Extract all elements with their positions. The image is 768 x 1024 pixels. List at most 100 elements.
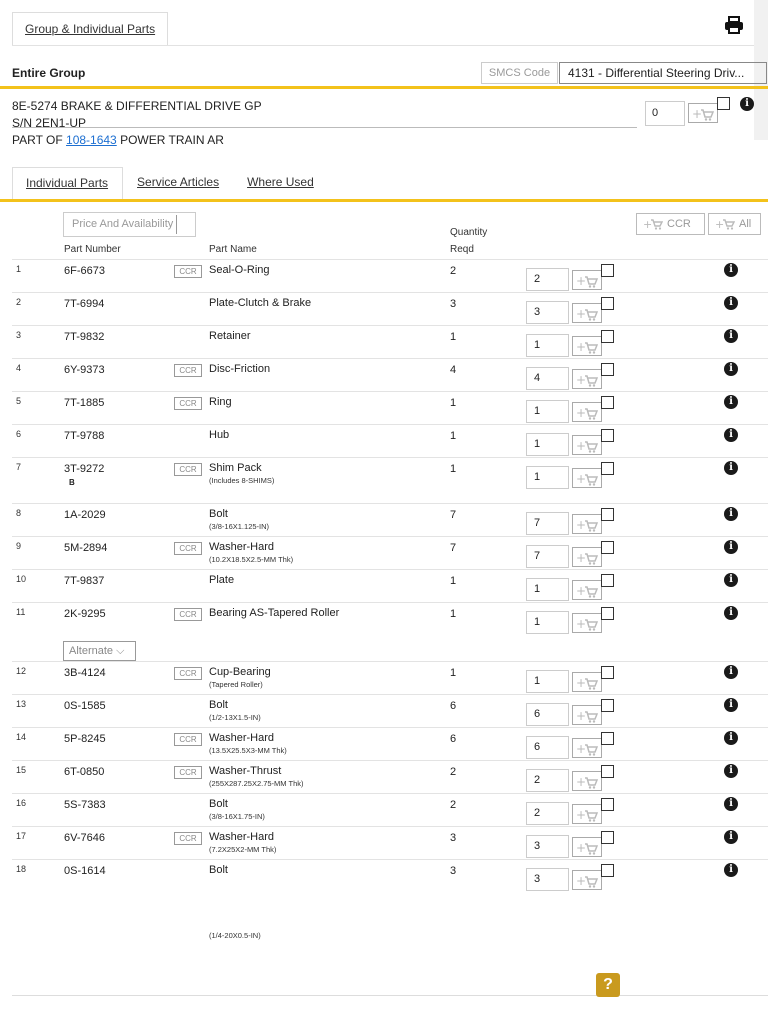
price-availability-button[interactable]: Price And Availability [63,212,196,237]
select-checkbox[interactable] [601,541,614,554]
add-to-cart-button[interactable]: + [572,514,602,534]
select-checkbox[interactable] [601,607,614,620]
ccr-badge[interactable]: CCR [174,766,202,779]
quantity-input[interactable]: 6 [526,703,569,726]
quantity-input[interactable]: 1 [526,433,569,456]
select-checkbox[interactable] [601,831,614,844]
smcs-code-select[interactable]: 4131 - Differential Steering Driv... [559,62,767,84]
group-select-checkbox[interactable] [717,97,730,110]
add-to-cart-button[interactable]: + [572,613,602,633]
tab-where-used[interactable]: Where Used [233,167,328,199]
part-info-icon[interactable]: i [724,263,738,277]
part-info-icon[interactable]: i [724,540,738,554]
quantity-input[interactable]: 1 [526,466,569,489]
quantity-input[interactable]: 4 [526,367,569,390]
select-checkbox[interactable] [601,699,614,712]
add-to-cart-button[interactable]: + [572,369,602,389]
select-checkbox[interactable] [601,264,614,277]
add-to-cart-button[interactable]: + [572,738,602,758]
part-info-icon[interactable]: i [724,296,738,310]
quantity-input[interactable]: 2 [526,268,569,291]
select-checkbox[interactable] [601,765,614,778]
part-info-icon[interactable]: i [724,731,738,745]
quantity-input[interactable]: 7 [526,512,569,535]
part-info-icon[interactable]: i [724,362,738,376]
quantity-required: 6 [450,733,457,745]
alternate-dropdown[interactable]: Alternate ⌵ [63,641,136,661]
ccr-badge[interactable]: CCR [174,832,202,845]
tab-service-articles[interactable]: Service Articles [123,167,233,199]
select-checkbox[interactable] [601,363,614,376]
select-checkbox[interactable] [601,864,614,877]
ccr-badge[interactable]: CCR [174,265,202,278]
help-button[interactable]: ? [596,973,620,997]
quantity-input[interactable]: 1 [526,578,569,601]
quantity-input[interactable]: 1 [526,400,569,423]
part-info-icon[interactable]: i [724,428,738,442]
quantity-input[interactable]: 7 [526,545,569,568]
part-info-icon[interactable]: i [724,507,738,521]
add-ccr-to-cart-button[interactable]: + CCR [636,213,705,235]
add-to-cart-button[interactable]: + [572,870,602,890]
ccr-badge[interactable]: CCR [174,397,202,410]
print-icon[interactable] [724,16,744,34]
select-checkbox[interactable] [601,666,614,679]
quantity-input[interactable]: 1 [526,334,569,357]
group-quantity-input[interactable]: 0 [645,101,685,126]
quantity-input[interactable]: 2 [526,769,569,792]
add-to-cart-button[interactable]: + [572,547,602,567]
part-info-icon[interactable]: i [724,329,738,343]
part-info-icon[interactable]: i [724,395,738,409]
ccr-badge[interactable]: CCR [174,608,202,621]
part-info-icon[interactable]: i [724,606,738,620]
svg-text:+: + [576,373,586,387]
ccr-badge[interactable]: CCR [174,463,202,476]
ccr-badge[interactable]: CCR [174,667,202,680]
add-to-cart-button[interactable]: + [572,435,602,455]
tab-individual-parts[interactable]: Individual Parts [12,167,124,199]
select-checkbox[interactable] [601,462,614,475]
add-to-cart-button[interactable]: + [572,771,602,791]
quantity-input[interactable]: 2 [526,802,569,825]
add-all-to-cart-button[interactable]: + All [708,213,761,235]
add-to-cart-button[interactable]: + [572,468,602,488]
part-info-icon[interactable]: i [724,830,738,844]
part-info-icon[interactable]: i [724,863,738,877]
quantity-input[interactable]: 3 [526,868,569,891]
add-to-cart-button[interactable]: + [572,672,602,692]
part-info-icon[interactable]: i [724,461,738,475]
add-to-cart-button[interactable]: + [572,303,602,323]
quantity-input[interactable]: 1 [526,670,569,693]
quantity-input[interactable]: 1 [526,611,569,634]
add-to-cart-button[interactable]: + [572,336,602,356]
add-to-cart-button[interactable]: + [572,804,602,824]
select-checkbox[interactable] [601,429,614,442]
ccr-badge[interactable]: CCR [174,542,202,555]
part-info-icon[interactable]: i [724,797,738,811]
add-to-cart-button[interactable]: + [572,270,602,290]
select-checkbox[interactable] [601,396,614,409]
add-to-cart-button[interactable]: + [572,580,602,600]
add-to-cart-button[interactable]: + [572,402,602,422]
tab-group-individual-parts[interactable]: Group & Individual Parts [12,12,169,46]
select-checkbox[interactable] [601,297,614,310]
group-add-to-cart-button[interactable]: + [688,103,718,123]
part-info-icon[interactable]: i [724,665,738,679]
part-info-icon[interactable]: i [724,764,738,778]
quantity-input[interactable]: 6 [526,736,569,759]
group-info-icon[interactable]: i [740,97,754,111]
part-of-link[interactable]: 108-1643 [66,133,117,147]
add-to-cart-button[interactable]: + [572,837,602,857]
select-checkbox[interactable] [601,330,614,343]
quantity-input[interactable]: 3 [526,301,569,324]
ccr-badge[interactable]: CCR [174,733,202,746]
part-info-icon[interactable]: i [724,698,738,712]
quantity-input[interactable]: 3 [526,835,569,858]
select-checkbox[interactable] [601,798,614,811]
ccr-badge[interactable]: CCR [174,364,202,377]
add-to-cart-button[interactable]: + [572,705,602,725]
select-checkbox[interactable] [601,574,614,587]
select-checkbox[interactable] [601,732,614,745]
part-info-icon[interactable]: i [724,573,738,587]
select-checkbox[interactable] [601,508,614,521]
